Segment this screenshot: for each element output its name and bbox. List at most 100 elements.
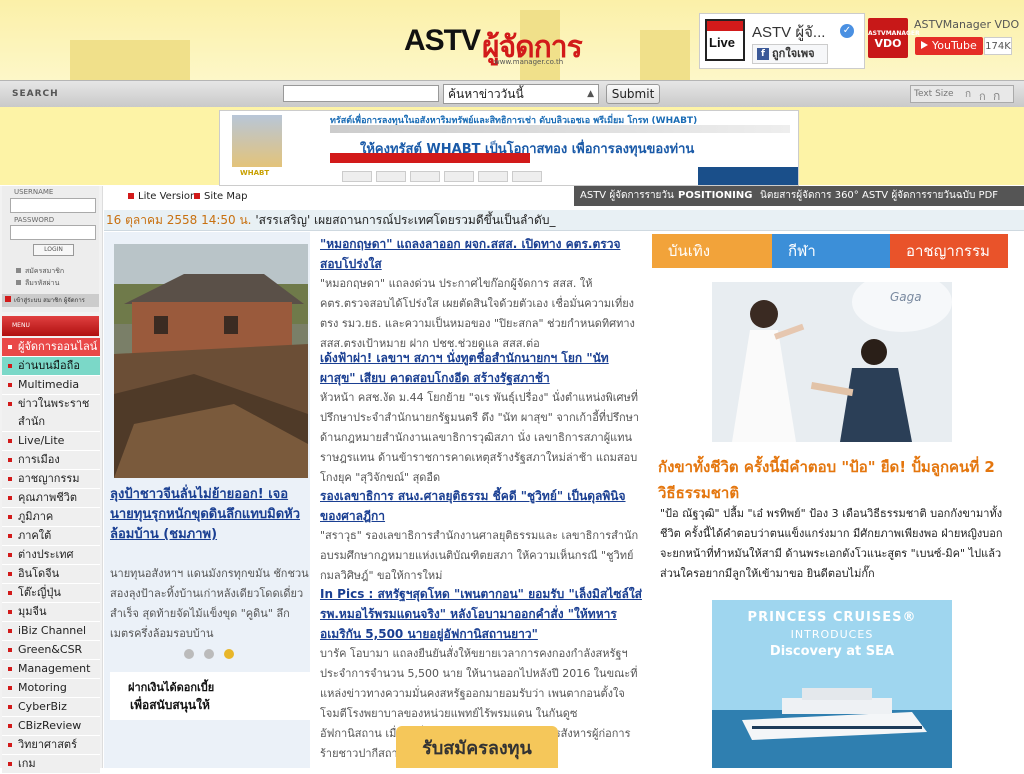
cruise-line-2: INTRODUCES [790, 628, 874, 641]
news-body: "หมอกฤษดา" แถลงด่วน ประกาศไขก๊อกผู้จัดกา… [320, 277, 635, 350]
forgot-password-link[interactable]: ลืมรหัสผ่าน [16, 278, 59, 289]
feature-caption[interactable]: ลุงป้าชาวจีนลั่นไม่ย้ายออก! เจอนายทุนรุก… [110, 485, 310, 545]
like-label: ถูกใจเพจ [772, 47, 815, 60]
sidebar-item[interactable]: เกม [2, 755, 100, 774]
site-map-link[interactable]: Site Map [194, 191, 247, 202]
bullet-icon [8, 383, 12, 387]
bullet-icon [8, 458, 12, 462]
site-logo[interactable]: ASTV ผู้จัดการ www.manager.co.th [404, 24, 609, 66]
feature-image[interactable] [114, 244, 308, 478]
sidebar-item[interactable]: CBizReview [2, 717, 100, 736]
banner-ad[interactable]: WHABT ทรัสต์เพื่อการลงทุนในอสังหาริมทรัพ… [219, 110, 799, 186]
member-login-label: เข้าสู่ระบบ สมาชิก ผู้จัดการ [14, 297, 85, 304]
sidebar-item-label: ข่าวในพระราชสำนัก [18, 397, 90, 428]
member-login-link[interactable]: เข้าสู่ระบบ สมาชิก ผู้จัดการ [2, 294, 99, 307]
sidebar-item[interactable]: อ่านบนมือถือ [2, 357, 100, 376]
slide-dot[interactable] [184, 649, 194, 659]
sidebar-item[interactable]: iBiz Channel [2, 622, 100, 641]
entertainment-body: "ป้อ ณัฐวุฒิ" ปลื้ม "เอ๋ พรทิพย์" ป้อง 3… [660, 507, 1003, 580]
slide-dot-active[interactable] [224, 649, 234, 659]
sidebar-item[interactable]: มุมจีน [2, 603, 100, 622]
sidebar-item[interactable]: การเมือง [2, 451, 100, 470]
entertainment-panel: บันเทิง กีฬา อาชญากรรม Gaga กังขาทั้งชีว… [650, 232, 1010, 768]
news-headline[interactable]: เด้งฟ้าผ่า! เลขาฯ สภาฯ นั่งทูตชื่อสำนักน… [320, 348, 642, 388]
nav-positioning[interactable]: POSITIONING [678, 186, 752, 206]
facebook-like-button[interactable]: f ถูกใจเพจ [752, 44, 828, 64]
plus-icon [5, 296, 11, 302]
nav-magazine-360[interactable]: นิตยสารผู้จัดการ 360° [760, 186, 859, 206]
tab-crime[interactable]: อาชญากรรม [890, 234, 1008, 268]
sidebar-item[interactable]: อินโดจีน [2, 565, 100, 584]
text-size-large[interactable]: ก [993, 87, 1000, 106]
sidebar-item-label: ต่างประเทศ [18, 548, 74, 561]
search-submit-button[interactable]: Submit [606, 84, 660, 104]
sidebar-item[interactable]: CyberBiz [2, 698, 100, 717]
youtube-subscribe-button[interactable]: YouTube [915, 37, 983, 55]
sidebar-item[interactable]: Live/Lite [2, 432, 100, 451]
nav-daily-pdf[interactable]: ASTV ผู้จัดการรายวันฉบับ PDF [862, 186, 998, 206]
text-size-small[interactable]: ก [965, 87, 971, 102]
sidebar-item[interactable]: วิทยาศาสตร์ [2, 736, 100, 755]
menu-header: MENU [2, 316, 99, 336]
site-header: ASTV ผู้จัดการ www.manager.co.th Live AS… [0, 0, 1024, 80]
tab-sports[interactable]: กีฬา [772, 234, 890, 268]
sidebar-item[interactable]: Green&CSR [2, 641, 100, 660]
sidebar-item[interactable]: Motoring [2, 679, 100, 698]
sidebar-item[interactable]: ภาคใต้ [2, 527, 100, 546]
vdo-channel-title[interactable]: ASTVManager VDO [914, 18, 1019, 31]
nav-daily[interactable]: ASTV ผู้จัดการรายวัน [580, 186, 674, 206]
username-input[interactable] [10, 198, 96, 213]
sidebar-item[interactable]: ผู้จัดการออนไลน์ [2, 338, 100, 357]
news-item: เด้งฟ้าผ่า! เลขาฯ สภาฯ นั่งทูตชื่อสำนักน… [320, 348, 642, 488]
sidebar-item[interactable]: ภูมิภาค [2, 508, 100, 527]
sidebar-item[interactable]: ต่างประเทศ [2, 546, 100, 565]
login-button[interactable]: LOGIN [33, 244, 74, 256]
username-label: USERNAME [14, 188, 54, 196]
tab-entertainment[interactable]: บันเทิง [652, 234, 772, 268]
savings-ad[interactable]: ฝากเงินได้ดอกเบี้ย เพื่อสนับสนุนให้ [110, 672, 310, 720]
news-ticker[interactable]: 16 ตุลาคม 2558 14:50 น. 'สรรเสริญ' เผยสถ… [104, 210, 1024, 231]
entertainment-photo[interactable]: Gaga [712, 282, 952, 442]
ticker-date: 16 ตุลาคม 2558 14:50 น. [106, 213, 252, 227]
sidebar-item[interactable]: Multimedia [2, 376, 100, 395]
register-link[interactable]: สมัครสมาชิก [16, 266, 64, 277]
cruise-ad[interactable]: PRINCESS CRUISES® INTRODUCES Discovery a… [712, 600, 952, 768]
cruise-ship-illustration [712, 600, 952, 768]
bullet-icon [8, 345, 12, 349]
vdo-channel-logo[interactable]: ASTVMANAGER VDO [868, 18, 920, 58]
sidebar-item[interactable]: คุณภาพชีวิต [2, 489, 100, 508]
search-input[interactable] [283, 85, 439, 102]
password-input[interactable] [10, 225, 96, 240]
bullet-icon [8, 762, 12, 766]
ticker-headline[interactable]: 'สรรเสริญ' เผยสถานการณ์ประเทศโดยรวมดีขึ้… [255, 213, 555, 227]
sidebar-item[interactable]: อาชญากรรม [2, 470, 100, 489]
news-headline[interactable]: In Pics : สหรัฐฯสุดโหด "เพนตากอน" ยอมรับ… [320, 584, 642, 644]
key-icon [16, 280, 21, 285]
news-headline[interactable]: รองเลขาธิการ สนง.ศาลยุติธรรม ชี้คดี "ชูว… [320, 486, 642, 526]
facebook-page-name[interactable]: ASTV ผู้จั... [752, 20, 825, 44]
news-item: "หมอกฤษดา" แถลงลาออก ผจก.สสส. เปิดทาง คต… [320, 234, 642, 354]
cruise-line-3: Discovery at SEA [769, 644, 895, 659]
youtube-label: YouTube [932, 39, 977, 52]
live-logo-band [707, 21, 743, 31]
logo-url: www.manager.co.th [494, 58, 564, 66]
bullet-icon [8, 534, 12, 538]
bullet-icon [8, 724, 12, 728]
recruit-ad[interactable]: รับสมัครลงทุน [396, 726, 558, 768]
verified-icon: ✓ [840, 24, 854, 38]
sidebar-item[interactable]: ข่าวในพระราชสำนัก [2, 395, 100, 432]
slide-dot[interactable] [204, 649, 214, 659]
lite-version-link[interactable]: Lite Version [128, 191, 196, 202]
search-label: SEARCH [12, 89, 59, 99]
cruise-line-1: PRINCESS CRUISES® [747, 610, 917, 625]
sidebar-item-label: ผู้จัดการออนไลน์ [18, 340, 98, 353]
ad-partner-logos [342, 171, 702, 183]
sidebar-item-label: อินโดจีน [18, 567, 60, 580]
savings-ad-line-2: เพื่อสนับสนุนให้ [130, 698, 210, 712]
text-size-medium[interactable]: ก [979, 87, 986, 105]
news-headline[interactable]: "หมอกฤษดา" แถลงลาออก ผจก.สสส. เปิดทาง คต… [320, 234, 642, 274]
entertainment-headline[interactable]: กังขาทั้งชีวิต ครั้งนี้มีคำตอบ "ป้อ" ยืด… [658, 454, 1012, 506]
search-scope-select[interactable]: ค้นหาข่าววันนี้ ▲ [443, 84, 599, 104]
sidebar-item[interactable]: Management [2, 660, 100, 679]
sidebar-item[interactable]: โต๊ะญี่ปุ่น [2, 584, 100, 603]
